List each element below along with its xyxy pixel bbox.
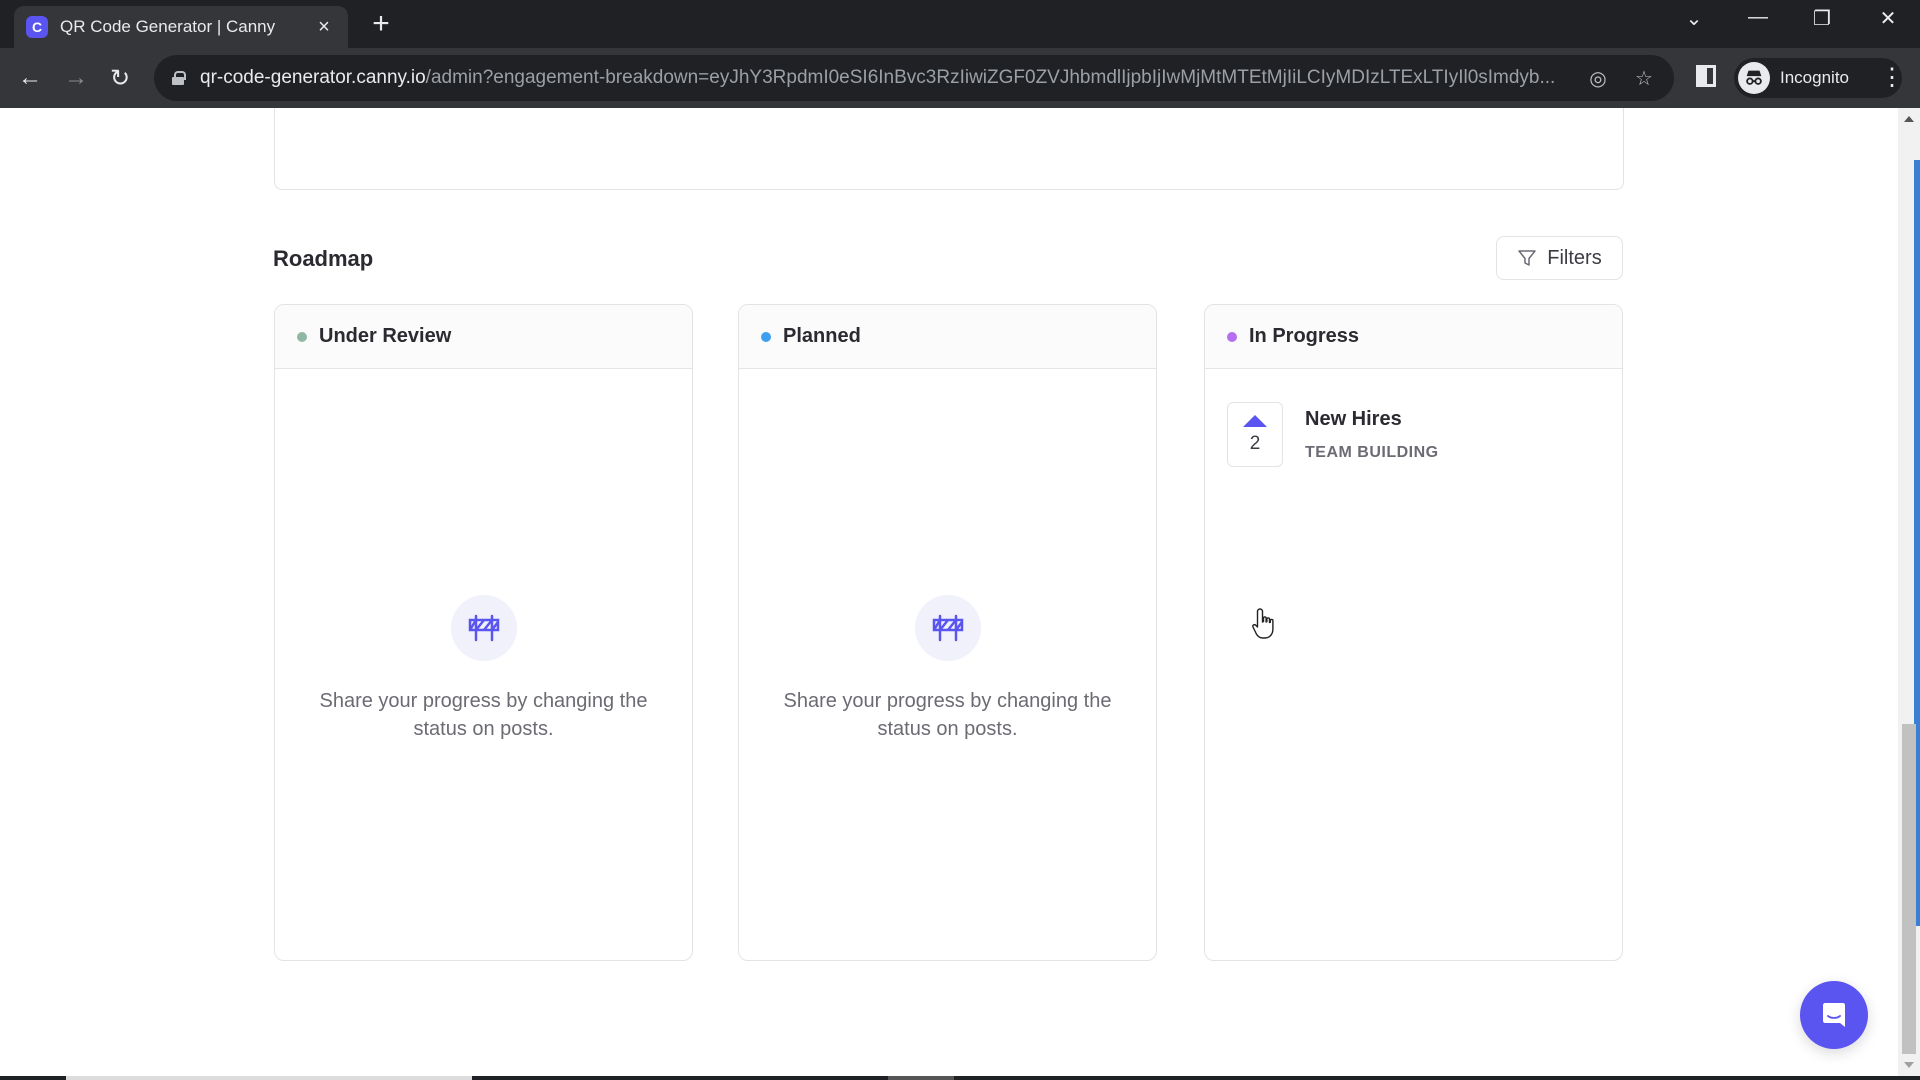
status-dot: [1227, 331, 1237, 342]
empty-state-text: Share your progress by changing the stat…: [319, 690, 648, 740]
upvote-arrow-icon: [1243, 414, 1267, 427]
filter-icon: [1518, 250, 1537, 266]
taskbar-edge: [0, 1076, 1920, 1080]
engagement-card: [274, 108, 1624, 190]
column-header[interactable]: Under Review: [275, 305, 692, 369]
post-category: TEAM BUILDING: [1305, 444, 1439, 461]
vote-count: 2: [1249, 432, 1261, 454]
roadblock-icon: [450, 595, 517, 661]
status-dot: [761, 331, 771, 342]
roadblock-icon: [914, 595, 981, 661]
column-header[interactable]: In Progress: [1205, 305, 1622, 369]
browser-tab[interactable]: C QR Code Generator | Canny ×: [14, 6, 348, 48]
taskbar-segment: [66, 1076, 472, 1080]
post-body[interactable]: New Hires TEAM BUILDING: [1305, 402, 1439, 467]
browser-tab-bar: C QR Code Generator | Canny × + ⌄ — ❐ ✕: [0, 0, 1920, 48]
roadmap-title: Roadmap: [273, 246, 374, 271]
column-title: In Progress: [1249, 325, 1360, 347]
new-tab-button[interactable]: +: [366, 9, 396, 39]
roadmap-post[interactable]: 2 New Hires TEAM BUILDING: [1227, 402, 1439, 467]
url-text[interactable]: qr-code-generator.canny.io/admin?engagem…: [200, 67, 1564, 89]
forward-icon[interactable]: →: [58, 60, 94, 96]
page-scrollbar[interactable]: [1898, 108, 1920, 1076]
browser-menu-icon[interactable]: ⋮: [1880, 60, 1904, 96]
chat-widget-button[interactable]: [1800, 981, 1868, 1049]
filters-label: Filters: [1547, 246, 1602, 269]
scroll-down-arrow-icon[interactable]: [1904, 1062, 1914, 1068]
roadmap-column-planned: Planned Share your progress by changing …: [738, 304, 1157, 961]
filters-button[interactable]: Filters: [1496, 236, 1623, 280]
status-dot: [297, 331, 307, 342]
bookmark-star-icon[interactable]: ☆: [1632, 66, 1656, 91]
column-title: Planned: [783, 325, 861, 347]
upvote-button[interactable]: 2: [1227, 402, 1283, 467]
eye-off-icon[interactable]: ◎: [1586, 66, 1610, 91]
column-header[interactable]: Planned: [739, 305, 1156, 369]
hand-cursor-icon: [1252, 608, 1274, 639]
post-title[interactable]: New Hires: [1305, 408, 1439, 431]
column-title: Under Review: [319, 325, 452, 347]
empty-state: Share your progress by changing the stat…: [275, 595, 692, 743]
tab-title: QR Code Generator | Canny: [60, 17, 276, 36]
reload-icon[interactable]: ↻: [102, 60, 138, 96]
chat-icon: [1823, 1003, 1845, 1027]
minimize-icon[interactable]: —: [1738, 6, 1778, 29]
empty-state-text: Share your progress by changing the stat…: [783, 690, 1112, 740]
canny-favicon-icon: C: [26, 16, 48, 38]
tab-search-icon[interactable]: ⌄: [1674, 6, 1714, 31]
taskbar-segment: [888, 1076, 954, 1080]
incognito-label: Incognito: [1780, 68, 1849, 87]
scrollbar-thumb[interactable]: [1902, 724, 1916, 1054]
page-content: Roadmap Filters Under Review Share your …: [0, 108, 1898, 1076]
close-window-icon[interactable]: ✕: [1868, 6, 1908, 31]
incognito-icon: [1738, 62, 1770, 94]
url-path: /admin?engagement-breakdown=eyJhY3RpdmI0…: [425, 67, 1556, 88]
url-host: qr-code-generator.canny.io: [200, 67, 426, 88]
browser-toolbar: ← → ↻ qr-code-generator.canny.io/admin?e…: [0, 48, 1920, 108]
side-panel-icon[interactable]: [1696, 65, 1716, 87]
back-icon[interactable]: ←: [12, 60, 48, 96]
lock-icon[interactable]: [172, 71, 186, 85]
tab-close-icon[interactable]: ×: [312, 16, 336, 39]
scroll-up-arrow-icon[interactable]: [1904, 116, 1914, 122]
empty-state: Share your progress by changing the stat…: [739, 595, 1156, 743]
address-bar[interactable]: qr-code-generator.canny.io/admin?engagem…: [154, 55, 1674, 101]
roadmap-column-under-review: Under Review Share your progress by chan…: [274, 304, 693, 961]
incognito-profile-button[interactable]: Incognito: [1734, 58, 1902, 98]
restore-icon[interactable]: ❐: [1802, 6, 1842, 31]
